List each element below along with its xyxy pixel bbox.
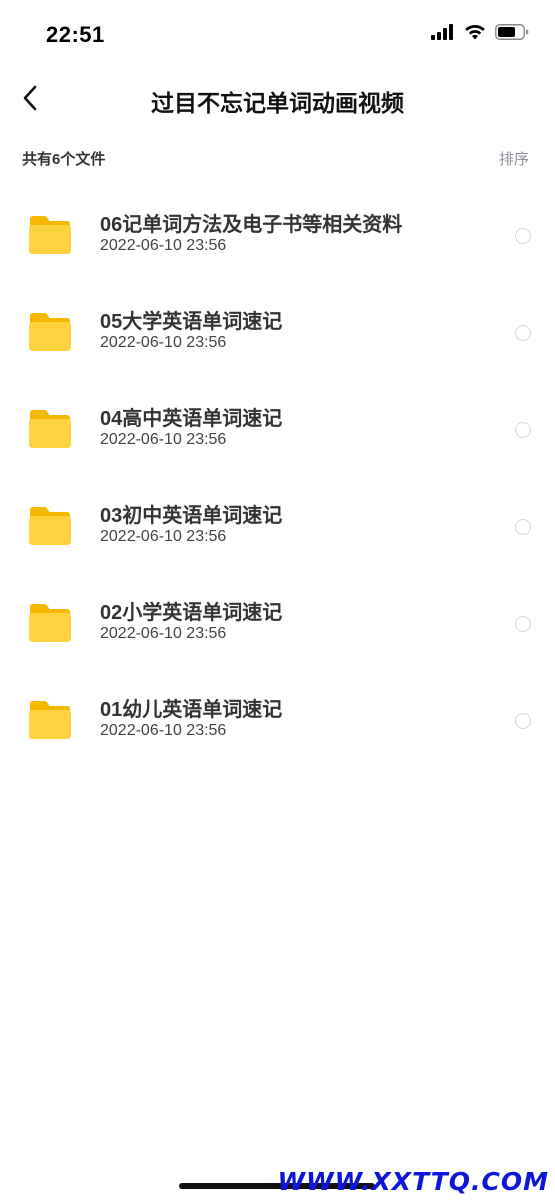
sort-button[interactable]: 排序 (499, 148, 529, 169)
folder-icon (29, 701, 71, 739)
select-radio[interactable] (515, 616, 531, 632)
list-header: 共有6个文件 排序 (22, 146, 529, 170)
folder-icon (29, 410, 71, 448)
status-time: 22:51 (46, 22, 105, 47)
file-count: 共有6个文件 (22, 150, 106, 168)
file-row[interactable]: 04高中英语单词速记 2022-06-10 23:56 (0, 381, 555, 478)
file-date: 2022-06-10 23:56 (100, 431, 227, 448)
file-date: 2022-06-10 23:56 (100, 625, 227, 642)
file-date: 2022-06-10 23:56 (100, 722, 227, 739)
wifi-icon (465, 24, 485, 40)
file-row[interactable]: 02小学英语单词速记 2022-06-10 23:56 (0, 575, 555, 672)
folder-icon (29, 216, 71, 254)
file-name: 01幼儿英语单词速记 (100, 699, 283, 721)
file-date: 2022-06-10 23:56 (100, 528, 227, 545)
file-row[interactable]: 03初中英语单词速记 2022-06-10 23:56 (0, 478, 555, 575)
select-radio[interactable] (515, 713, 531, 729)
cellular-signal-icon (431, 24, 453, 40)
file-name: 05大学英语单词速记 (100, 311, 283, 333)
page-title: 过目不忘记单词动画视频 (151, 90, 404, 116)
select-radio[interactable] (515, 325, 531, 341)
file-date: 2022-06-10 23:56 (100, 237, 227, 254)
file-name: 06记单词方法及电子书等相关资料 (100, 214, 403, 236)
folder-icon (29, 313, 71, 351)
file-list: 06记单词方法及电子书等相关资料 2022-06-10 23:56 05大学英语… (0, 187, 555, 769)
select-radio[interactable] (515, 519, 531, 535)
select-radio[interactable] (515, 228, 531, 244)
battery-icon (495, 24, 529, 40)
folder-icon (29, 604, 71, 642)
watermark: WWW.XXTTQ.COM (277, 1167, 549, 1196)
file-name: 02小学英语单词速记 (100, 602, 283, 624)
folder-icon (29, 507, 71, 545)
select-radio[interactable] (515, 422, 531, 438)
file-date: 2022-06-10 23:56 (100, 334, 227, 351)
file-name: 04高中英语单词速记 (100, 408, 283, 430)
file-row[interactable]: 06记单词方法及电子书等相关资料 2022-06-10 23:56 (0, 187, 555, 284)
file-name: 03初中英语单词速记 (100, 505, 283, 527)
status-icons (431, 24, 529, 40)
status-bar: 22:51 (0, 0, 555, 70)
file-row[interactable]: 05大学英语单词速记 2022-06-10 23:56 (0, 284, 555, 381)
nav-bar: 过目不忘记单词动画视频 (0, 70, 555, 128)
file-row[interactable]: 01幼儿英语单词速记 2022-06-10 23:56 (0, 672, 555, 769)
